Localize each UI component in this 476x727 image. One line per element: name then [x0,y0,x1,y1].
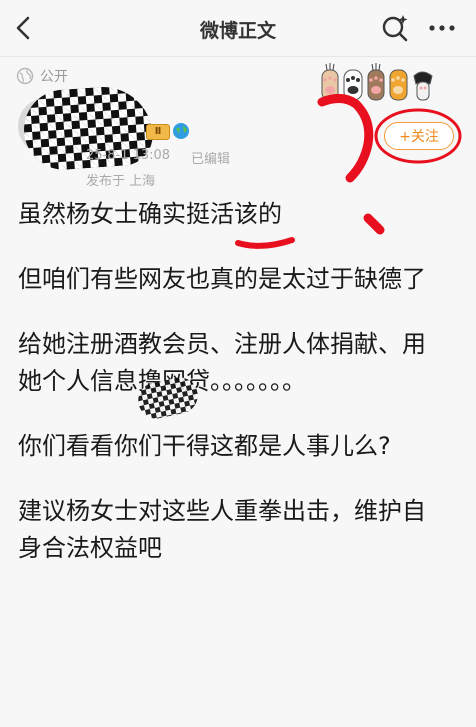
visibility-label: 公开 [40,69,68,85]
paw-sticker-4 [389,69,408,101]
vip-level-badge: Ⅱ [146,124,170,140]
paw-sticker-1 [321,63,339,101]
search-sparkle-icon[interactable] [380,13,410,43]
paw-sticker-5 [413,71,433,101]
post-time: 25-8-1 13:08 [86,148,171,163]
paw-sticker-2 [343,69,363,101]
nav-divider [0,56,476,57]
earth-badge-icon [173,123,189,139]
vip-level-text: Ⅱ [154,126,162,137]
globe-icon [16,67,34,85]
more-dots-icon[interactable] [426,14,458,42]
post-paragraph: 但咱们有些网友也真的是太过于缺德了 [18,265,426,293]
post-paragraph: 你们看看你们干得这都是人事儿么? [18,432,391,460]
top-nav-bar: 微博正文 [0,0,476,56]
cat-paw-stickers-icon [321,63,433,101]
follow-button[interactable]: +关注 [384,122,454,150]
visibility-indicator: 公开 [16,66,68,86]
edited-label[interactable]: 已编辑 [191,148,230,167]
post-paragraph: 虽然杨女士确实挺活该的 [18,200,282,228]
post-body: 虽然杨女士确实挺活该的 但咱们有些网友也真的是太过于缺德了 给她注册酒教会员、注… [18,196,448,595]
paw-sticker-3 [367,63,385,101]
post-location: 发布于 上海 [86,174,156,189]
post-paragraph: 给她注册酒教会员、注册人体捐献、用她个人信息撸网贷。。。。。。。 [18,330,426,395]
annotation-question-hook [317,94,374,183]
post-paragraph: 建议杨女士对这些人重拳出击，维护自身合法权益吧 [18,497,426,562]
